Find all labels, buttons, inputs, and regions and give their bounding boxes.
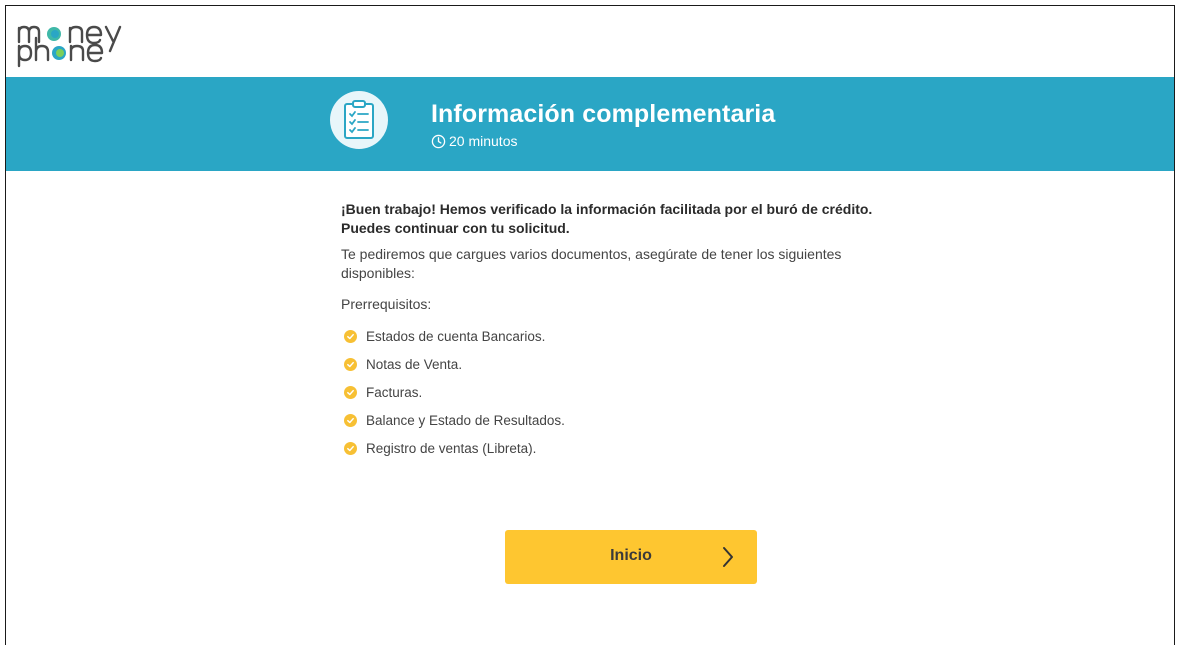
check-circle-icon (344, 385, 357, 399)
documents-intro: Te pediremos que cargues varios document… (341, 246, 842, 281)
list-item: Registro de ventas (Libreta). (341, 434, 901, 462)
prerequisite-label: Balance y Estado de Resultados. (366, 412, 565, 428)
section-banner: Información complementaria 20 minutos (6, 77, 1174, 171)
duration-label: 20 minutos (449, 133, 518, 149)
moneyphone-logo[interactable] (14, 12, 144, 72)
main-content: ¡Buen trabajo! Hemos verificado la infor… (341, 200, 901, 462)
prerequisite-label: Estados de cuenta Bancarios. (366, 328, 546, 344)
list-item: Estados de cuenta Bancarios. (341, 322, 901, 350)
clipboard-checklist-icon (330, 91, 388, 149)
list-item: Balance y Estado de Resultados. (341, 406, 901, 434)
check-circle-icon (344, 329, 357, 343)
success-message-line1: ¡Buen trabajo! Hemos verificado la infor… (341, 201, 873, 217)
list-item: Notas de Venta. (341, 350, 901, 378)
prerequisite-label: Facturas. (366, 384, 423, 400)
clock-icon (431, 134, 446, 148)
prerequisites-heading: Prerrequisitos: (341, 296, 432, 312)
duration-info: 20 minutos (431, 133, 517, 149)
start-button[interactable]: Inicio (505, 530, 757, 584)
check-circle-icon (344, 413, 357, 427)
check-circle-icon (344, 441, 357, 455)
page-title: Información complementaria (431, 100, 776, 128)
success-message: ¡Buen trabajo! Hemos verificado la infor… (341, 200, 901, 238)
page-frame: Información complementaria 20 minutos ¡B… (5, 5, 1175, 645)
moneyphone-logo-graphic (17, 25, 122, 68)
success-message-line2: Puedes continuar con tu solicitud. (341, 220, 570, 236)
chevron-right-icon (721, 545, 735, 572)
prerequisite-label: Notas de Venta. (366, 356, 463, 372)
prerequisites-list: Estados de cuenta Bancarios. Notas de Ve… (341, 322, 901, 462)
start-button-label: Inicio (610, 547, 652, 564)
prerequisite-label: Registro de ventas (Libreta). (366, 440, 537, 456)
check-circle-icon (344, 357, 357, 371)
list-item: Facturas. (341, 378, 901, 406)
